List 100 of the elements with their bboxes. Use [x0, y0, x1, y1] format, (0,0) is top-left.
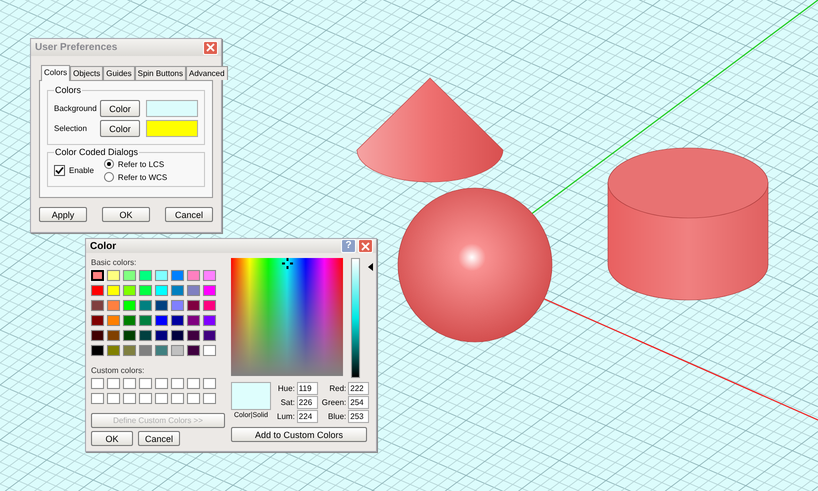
- color-swatch[interactable]: [107, 300, 120, 311]
- custom-color-swatch[interactable]: [107, 393, 120, 404]
- custom-color-swatch[interactable]: [155, 393, 168, 404]
- luminance-bar[interactable]: [351, 258, 360, 378]
- color-label: Background: [54, 104, 94, 113]
- color-swatch[interactable]: [139, 270, 152, 281]
- color-swatch[interactable]: [107, 285, 120, 296]
- custom-color-swatch[interactable]: [171, 378, 184, 389]
- color-swatch[interactable]: [187, 345, 200, 356]
- custom-color-swatch[interactable]: [139, 378, 152, 389]
- color-swatch[interactable]: [123, 315, 136, 326]
- custom-color-swatch[interactable]: [91, 393, 104, 404]
- color-spectrum[interactable]: [231, 258, 343, 376]
- color-swatch[interactable]: [123, 270, 136, 281]
- tab[interactable]: Guides: [103, 66, 135, 80]
- dialog-button[interactable]: Cancel: [165, 207, 213, 222]
- color-swatch[interactable]: [187, 300, 200, 311]
- color-swatch[interactable]: [91, 285, 104, 296]
- color-swatch[interactable]: [203, 270, 216, 281]
- color-swatch[interactable]: [171, 330, 184, 341]
- color-swatch[interactable]: [203, 285, 216, 296]
- group-title: Colors: [54, 85, 82, 95]
- color-swatch[interactable]: [107, 315, 120, 326]
- field-label: Green:: [322, 398, 346, 407]
- value-field[interactable]: 254: [348, 396, 370, 409]
- custom-color-swatch[interactable]: [107, 378, 120, 389]
- dialog-button[interactable]: Apply: [39, 207, 87, 222]
- custom-color-swatch[interactable]: [203, 393, 216, 404]
- color-swatch[interactable]: [91, 300, 104, 311]
- custom-color-swatch[interactable]: [171, 393, 184, 404]
- color-swatch[interactable]: [139, 315, 152, 326]
- tab[interactable]: Objects: [70, 66, 104, 80]
- custom-color-swatch[interactable]: [123, 393, 136, 404]
- dialog-button[interactable]: OK: [91, 431, 133, 446]
- color-swatch[interactable]: [155, 285, 168, 296]
- color-swatch[interactable]: [139, 300, 152, 311]
- slider-arrow-icon[interactable]: [368, 263, 373, 271]
- color-swatch[interactable]: [171, 270, 184, 281]
- color-swatch[interactable]: [171, 345, 184, 356]
- color-swatch[interactable]: [91, 270, 104, 281]
- color-swatch[interactable]: [123, 300, 136, 311]
- custom-color-swatch[interactable]: [187, 378, 200, 389]
- crosshair-icon: [282, 258, 293, 269]
- value-field[interactable]: 119: [296, 382, 318, 395]
- color-label: Selection: [54, 124, 88, 133]
- color-swatch[interactable]: [203, 300, 216, 311]
- basic-colors-label: Basic colors:: [91, 258, 138, 267]
- color-swatch[interactable]: [123, 285, 136, 296]
- add-to-custom-colors-button[interactable]: Add to Custom Colors: [231, 427, 367, 442]
- checkbox[interactable]: [54, 165, 65, 176]
- color-swatch[interactable]: [91, 345, 104, 356]
- color-swatch[interactable]: [91, 330, 104, 341]
- color-swatch[interactable]: [203, 315, 216, 326]
- color-swatch[interactable]: [139, 330, 152, 341]
- field-label: Hue:: [278, 384, 295, 393]
- value-field[interactable]: 253: [348, 410, 370, 423]
- color-swatch[interactable]: [139, 345, 152, 356]
- color-swatch[interactable]: [155, 330, 168, 341]
- dialog-button[interactable]: OK: [102, 207, 150, 222]
- custom-color-swatch[interactable]: [123, 378, 136, 389]
- color-swatch[interactable]: [203, 330, 216, 341]
- custom-colors-label: Custom colors:: [91, 366, 146, 375]
- tab[interactable]: Advanced: [186, 66, 228, 80]
- color-swatch[interactable]: [123, 345, 136, 356]
- window-title: User Preferences: [35, 42, 118, 53]
- color-swatch[interactable]: [139, 285, 152, 296]
- color-swatch[interactable]: [91, 315, 104, 326]
- custom-color-swatch[interactable]: [203, 378, 216, 389]
- value-field[interactable]: 224: [296, 410, 318, 423]
- field-label: Sat:: [280, 398, 295, 407]
- color-swatch[interactable]: [187, 270, 200, 281]
- color-button[interactable]: Color: [100, 100, 140, 117]
- value-field[interactable]: 226: [296, 396, 318, 409]
- custom-color-swatch[interactable]: [187, 393, 200, 404]
- radio-button[interactable]: [104, 172, 114, 182]
- color-swatch[interactable]: [155, 345, 168, 356]
- color-swatch[interactable]: [203, 345, 216, 356]
- radio-button[interactable]: [104, 159, 114, 169]
- custom-color-swatch[interactable]: [91, 378, 104, 389]
- custom-color-swatch[interactable]: [155, 378, 168, 389]
- custom-color-swatch[interactable]: [139, 393, 152, 404]
- color-swatch[interactable]: [171, 300, 184, 311]
- color-swatch[interactable]: [187, 315, 200, 326]
- color-swatch[interactable]: [155, 270, 168, 281]
- color-swatch[interactable]: [187, 285, 200, 296]
- color-swatch[interactable]: [107, 270, 120, 281]
- color-swatch[interactable]: [171, 285, 184, 296]
- dialog-button[interactable]: Cancel: [138, 431, 180, 446]
- color-swatch[interactable]: [187, 330, 200, 341]
- color-swatch[interactable]: [171, 315, 184, 326]
- color-swatch[interactable]: [107, 345, 120, 356]
- color-swatch[interactable]: [155, 300, 168, 311]
- color-button[interactable]: Color: [100, 120, 140, 137]
- tab[interactable]: Spin Buttons: [134, 66, 186, 80]
- color-swatch[interactable]: [107, 330, 120, 341]
- color-swatch[interactable]: [155, 315, 168, 326]
- color-swatch[interactable]: [123, 330, 136, 341]
- value-field[interactable]: 222: [348, 382, 370, 395]
- close-button[interactable]: [358, 239, 373, 253]
- tab[interactable]: Colors: [41, 65, 70, 81]
